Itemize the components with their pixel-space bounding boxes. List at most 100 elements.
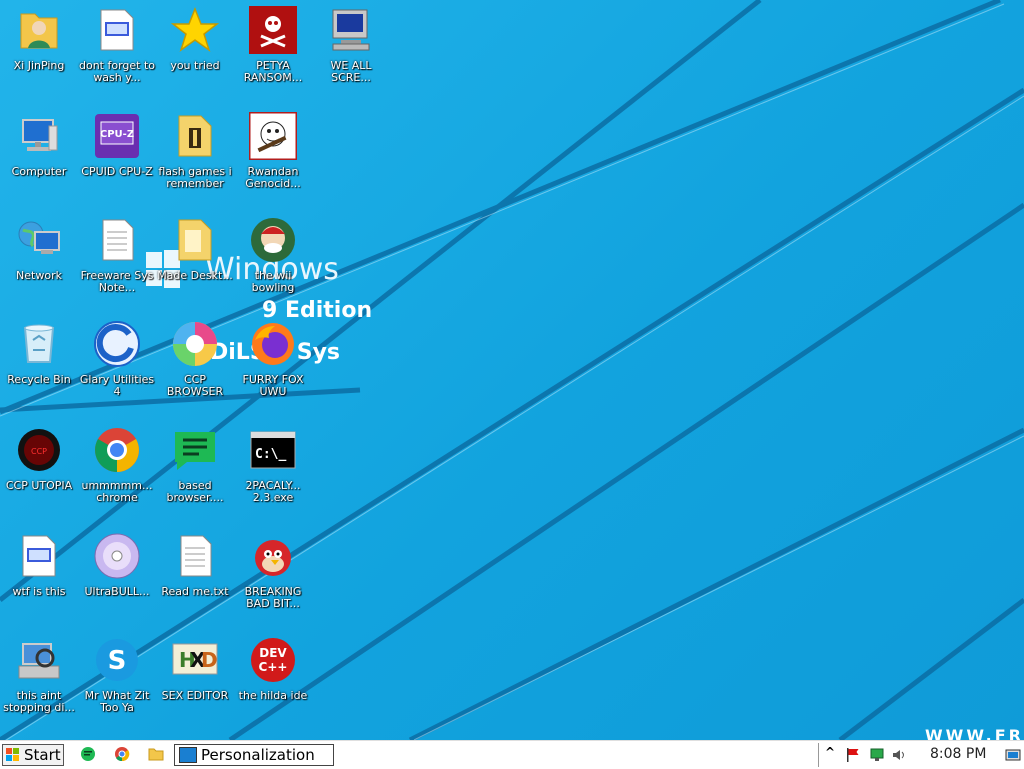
desktop-icon-dev-cpp[interactable]: DEV C++ the hilda ide bbox=[234, 636, 312, 702]
desktop-icon-ultrabull[interactable]: UltraBULL... bbox=[78, 532, 156, 598]
star-icon bbox=[170, 6, 220, 54]
cd-disc-icon bbox=[93, 532, 141, 580]
desktop-icon-flash-games[interactable]: flash games i remember bbox=[156, 112, 234, 190]
ccp-utopia-icon: CCP bbox=[15, 426, 63, 474]
desktop-icon-based-browser[interactable]: based browser.... bbox=[156, 426, 234, 504]
desktop-icon-glary-utilities[interactable]: Glary Utilities 4 bbox=[78, 320, 156, 398]
desktop[interactable]: Windows 9 Edition DiLS d Sys WWW.FR Xi J… bbox=[0, 0, 1024, 740]
cpu-z-icon: CPU-Z bbox=[93, 112, 141, 160]
quicklaunch-chat-icon[interactable] bbox=[80, 746, 96, 762]
action-center-flag-icon[interactable] bbox=[845, 747, 861, 767]
meme-face-icon bbox=[247, 110, 299, 162]
icon-label: Xi JinPing bbox=[13, 59, 65, 72]
web-page-icon bbox=[15, 532, 63, 580]
svg-text:CCP: CCP bbox=[31, 447, 47, 456]
desktop-icon-made-desktop[interactable]: Made Deskt... bbox=[156, 216, 234, 282]
icon-label: wtf is this bbox=[12, 585, 66, 598]
icon-label: Network bbox=[16, 269, 62, 282]
desktop-icon-network[interactable]: Network bbox=[0, 216, 78, 282]
desktop-icon-2pacaly[interactable]: C:\_ 2PACALY... 2.3.exe bbox=[234, 426, 312, 504]
taskbar-task-personalization[interactable]: Personalization bbox=[174, 744, 334, 766]
desktop-icon-rwandan-genocide[interactable]: Rwandan Genocid... bbox=[234, 110, 312, 190]
desktop-icon-this-aint-stopping[interactable]: this aint stopping di... bbox=[0, 636, 78, 714]
icon-label: CCP UTOPIA bbox=[5, 479, 73, 492]
personalization-icon bbox=[179, 747, 197, 763]
dev-cpp-icon: DEV C++ bbox=[249, 636, 297, 684]
start-button[interactable]: Start bbox=[2, 744, 64, 766]
icon-label: PETYA RANSOM... bbox=[243, 59, 303, 84]
svg-text:CPU-Z: CPU-Z bbox=[100, 129, 134, 140]
desktop-icon-cpu-z[interactable]: CPU-Z CPUID CPU-Z bbox=[78, 112, 156, 178]
icon-label: flash games i remember bbox=[158, 165, 232, 190]
icon-label: you tried bbox=[170, 59, 220, 72]
desktop-icon-we-all-scream[interactable]: WE ALL SCRE... bbox=[312, 6, 390, 84]
skull-icon bbox=[249, 6, 297, 54]
clock[interactable]: 8:08 PM bbox=[930, 746, 986, 762]
text-file-icon bbox=[171, 532, 219, 580]
desktop-icon-chrome[interactable]: ummmmm... chrome bbox=[78, 426, 156, 504]
icon-label: CPUID CPU-Z bbox=[81, 165, 153, 178]
desktop-icon-xi-jinping[interactable]: Xi JinPing bbox=[0, 6, 78, 72]
text-file-icon bbox=[93, 216, 141, 264]
icon-label: Read me.txt bbox=[161, 585, 229, 598]
recycle-bin-icon bbox=[15, 320, 63, 368]
network-icon bbox=[15, 216, 63, 264]
quicklaunch-folder-icon[interactable] bbox=[148, 746, 164, 762]
desktop-icon-dont-forget[interactable]: dont forget to wash y... bbox=[78, 6, 156, 84]
desktop-icon-petya-ransom[interactable]: PETYA RANSOM... bbox=[234, 6, 312, 84]
chrome-icon bbox=[93, 426, 141, 474]
icon-label: ummmmm... chrome bbox=[81, 479, 153, 504]
defrag-icon bbox=[15, 636, 63, 684]
wii-bowling-icon bbox=[249, 216, 297, 264]
desktop-icon-skype[interactable]: S Mr What Zit Too Ya bbox=[78, 636, 156, 714]
computer-icon bbox=[327, 6, 375, 54]
svg-text:C:\_: C:\_ bbox=[255, 447, 286, 462]
web-page-icon bbox=[93, 6, 141, 54]
command-prompt-icon: C:\_ bbox=[249, 426, 297, 474]
skype-icon: S bbox=[93, 636, 141, 684]
icon-label: the wii bowling bbox=[251, 269, 295, 294]
desktop-icon-furry-fox[interactable]: FURRY FOX UWU bbox=[234, 320, 312, 398]
icon-label: Made Deskt... bbox=[157, 269, 233, 282]
icon-label: CCP BROWSER bbox=[166, 373, 224, 398]
svg-text:C++: C++ bbox=[259, 660, 288, 674]
svg-text:S: S bbox=[108, 646, 127, 676]
hex-editor-icon: HXD bbox=[171, 636, 219, 684]
svg-text:DEV: DEV bbox=[259, 646, 287, 660]
icon-label: this aint stopping di... bbox=[3, 689, 75, 714]
desktop-icon-wtf-is-this[interactable]: wtf is this bbox=[0, 532, 78, 598]
show-desktop-icon[interactable] bbox=[1005, 747, 1021, 767]
desktop-icon-hex-editor[interactable]: HXD SEX EDITOR bbox=[156, 636, 234, 702]
taskbar: Start Personalization ^ 8:08 PM bbox=[0, 740, 1024, 769]
icon-label: 2PACALY... 2.3.exe bbox=[245, 479, 301, 504]
computer-icon bbox=[15, 112, 63, 160]
firefox-icon bbox=[249, 320, 297, 368]
icon-label: the hilda ide bbox=[238, 689, 308, 702]
desktop-icon-read-me[interactable]: Read me.txt bbox=[156, 532, 234, 598]
desktop-icon-recycle-bin[interactable]: Recycle Bin bbox=[0, 320, 78, 386]
icon-label: Rwandan Genocid... bbox=[245, 165, 301, 190]
desktop-icon-wii-bowling[interactable]: the wii bowling bbox=[234, 216, 312, 294]
desktop-icon-breaking-bad[interactable]: BREAKING BAD BIT... bbox=[234, 532, 312, 610]
desktop-icon-ccp-browser[interactable]: CCP BROWSER bbox=[156, 320, 234, 398]
folder-icon bbox=[171, 112, 219, 160]
volume-icon[interactable] bbox=[891, 747, 907, 767]
icon-label: FURRY FOX UWU bbox=[242, 373, 304, 398]
desktop-icon-freeware-sys-note[interactable]: Freeware Sys Note... bbox=[78, 216, 156, 294]
desktop-icon-computer[interactable]: Computer bbox=[0, 112, 78, 178]
glary-utilities-icon bbox=[93, 320, 141, 368]
folder-person-icon bbox=[15, 6, 63, 54]
quicklaunch-chrome-icon[interactable] bbox=[114, 746, 130, 762]
tray-chevron-icon[interactable]: ^ bbox=[825, 745, 835, 759]
desktop-icon-ccp-utopia[interactable]: CCP CCP UTOPIA bbox=[0, 426, 78, 492]
browser-icon bbox=[171, 320, 219, 368]
icon-label: Recycle Bin bbox=[7, 373, 71, 386]
icon-label: UltraBULL... bbox=[84, 585, 150, 598]
icon-label: BREAKING BAD BIT... bbox=[244, 585, 302, 610]
desktop-icon-you-tried[interactable]: you tried bbox=[156, 6, 234, 72]
icon-label: Mr What Zit Too Ya bbox=[84, 689, 150, 714]
icon-label: Freeware Sys Note... bbox=[80, 269, 154, 294]
network-tray-icon[interactable] bbox=[869, 747, 885, 767]
system-tray: ^ bbox=[818, 743, 1024, 767]
start-logo-icon bbox=[6, 748, 20, 762]
